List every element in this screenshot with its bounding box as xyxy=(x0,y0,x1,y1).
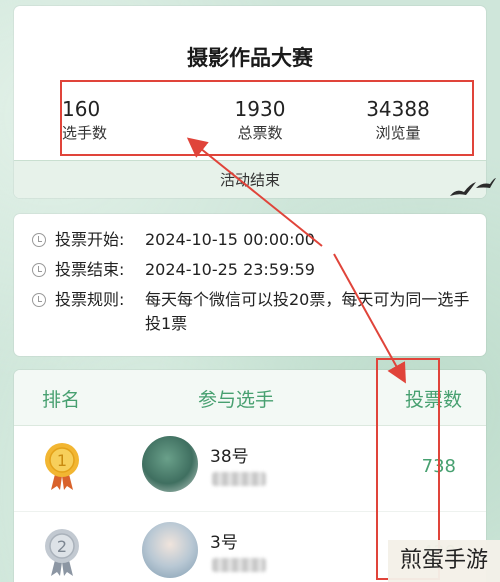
ranking-header: 排名 参与选手 投票数 xyxy=(14,370,486,426)
stat-total-votes: 1930 总票数 xyxy=(200,96,320,156)
stat-value: 1930 xyxy=(234,97,286,121)
avatar[interactable] xyxy=(142,436,198,492)
info-row-start: 投票开始: 2024-10-15 00:00:00 xyxy=(32,228,476,252)
medal-number: 1 xyxy=(57,451,67,470)
info-label: 投票规则: xyxy=(55,290,125,309)
clock-icon xyxy=(32,233,46,247)
medal-number: 2 xyxy=(57,537,67,556)
header-votes: 投票数 xyxy=(404,389,462,411)
info-row-rules: 投票规则: 每天每个微信可以投20票，每天可为同一选手投1票 xyxy=(32,288,476,336)
info-row-end: 投票结束: 2024-10-25 23:59:59 xyxy=(32,258,476,282)
silver-medal-icon: 2 xyxy=(45,529,79,576)
swallows-decoration-icon xyxy=(450,178,496,196)
header-rank: 排名 xyxy=(42,389,81,411)
activity-status-bar[interactable]: 活动结束 xyxy=(14,160,486,198)
gold-medal-icon: 1 xyxy=(45,443,79,490)
ranking-row[interactable]: 1 38号 738 xyxy=(14,426,486,512)
blurred-name xyxy=(212,472,266,486)
clock-icon xyxy=(32,293,46,307)
info-value: 2024-10-15 00:00:00 xyxy=(145,230,315,249)
stat-label: 浏览量 xyxy=(375,124,421,142)
avatar[interactable] xyxy=(142,522,198,578)
contest-stats-card: 摄影作品大赛 160 选手数 1930 总票数 34388 浏览量 活动结束 xyxy=(14,6,486,198)
stats-row: 160 选手数 1930 总票数 34388 浏览量 xyxy=(62,96,458,156)
blurred-name xyxy=(212,558,266,572)
vote-count: 738 xyxy=(421,456,456,477)
contest-title: 摄影作品大赛 xyxy=(187,46,313,70)
stat-value: 34388 xyxy=(366,97,430,121)
stat-label: 总票数 xyxy=(237,124,283,142)
watermark: 煎蛋手游 xyxy=(388,540,500,582)
info-value: 2024-10-25 23:59:59 xyxy=(145,260,315,279)
candidate-number: 3号 xyxy=(210,533,238,553)
info-value: 每天每个微信可以投20票，每天可为同一选手投1票 xyxy=(145,290,470,333)
clock-icon xyxy=(32,263,46,277)
stat-contestants: 160 选手数 xyxy=(62,96,182,156)
info-label: 投票结束: xyxy=(55,260,125,279)
stat-label: 选手数 xyxy=(62,124,108,142)
info-label: 投票开始: xyxy=(55,230,125,249)
candidate-number: 38号 xyxy=(210,447,249,467)
vote-info-card: 投票开始: 2024-10-15 00:00:00 投票结束: 2024-10-… xyxy=(14,214,486,356)
stat-value: 160 xyxy=(62,97,101,121)
header-candidate: 参与选手 xyxy=(198,389,275,411)
stat-views: 34388 浏览量 xyxy=(338,96,458,156)
